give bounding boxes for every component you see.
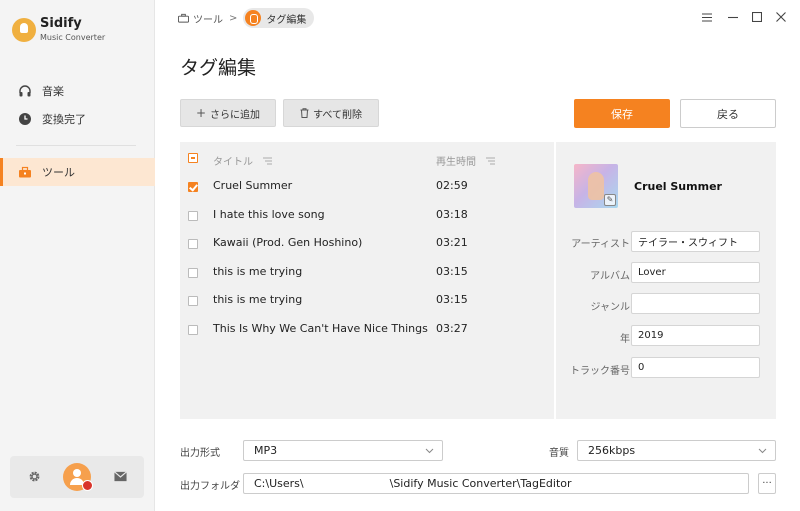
select-all-checkbox[interactable] xyxy=(188,153,198,163)
track-title: this is me trying xyxy=(213,265,303,278)
album-field[interactable]: Lover xyxy=(631,262,760,283)
table-row[interactable]: Cruel Summer 02:59 xyxy=(180,172,554,200)
quality-label: 音質 xyxy=(549,448,569,459)
genre-label: ジャンル xyxy=(590,302,631,313)
output-format-value: MP3 xyxy=(254,444,278,457)
browse-folder-button[interactable]: ··· xyxy=(758,473,776,494)
chevron-down-icon xyxy=(425,445,434,458)
year-field[interactable]: 2019 xyxy=(631,325,760,346)
page-title: タグ編集 xyxy=(180,57,257,79)
minimize-icon[interactable] xyxy=(726,10,740,24)
sidebar-bottom-bar xyxy=(10,456,144,498)
sidebar-item-tools[interactable]: ツール xyxy=(0,158,155,186)
sidebar-item-converted[interactable]: 変換完了 xyxy=(0,105,155,133)
tag-edit-icon xyxy=(245,10,262,26)
table-row[interactable]: Kawaii (Prod. Gen Hoshino) 03:21 xyxy=(180,229,554,257)
breadcrumb-current-label: タグ編集 xyxy=(266,14,307,26)
output-format-label: 出力形式 xyxy=(180,448,220,459)
table-row[interactable]: This Is Why We Can't Have Nice Things 03… xyxy=(180,315,554,343)
sidebar: Sidify Music Converter 音楽 変換完了 ツール xyxy=(0,0,155,511)
album-cover[interactable]: ✎ xyxy=(574,164,618,208)
album-label: アルバム xyxy=(590,271,630,282)
delete-all-label: すべて削除 xyxy=(313,109,362,121)
track-number-field[interactable]: 0 xyxy=(631,357,760,378)
trash-icon xyxy=(300,108,309,118)
track-title: Cruel Summer xyxy=(213,179,293,192)
track-duration: 03:27 xyxy=(436,322,468,335)
delete-all-button[interactable]: すべて削除 xyxy=(283,99,379,127)
track-duration: 03:15 xyxy=(436,265,468,278)
mail-icon[interactable] xyxy=(114,471,127,485)
column-header-duration-label: 再生時間 xyxy=(436,157,476,168)
sidebar-item-label: 音楽 xyxy=(42,85,64,98)
close-icon[interactable] xyxy=(774,10,788,24)
app-logo: Sidify Music Converter xyxy=(12,16,105,43)
row-checkbox[interactable] xyxy=(188,239,198,249)
sidebar-item-label: ツール xyxy=(42,166,75,179)
plus-icon: + xyxy=(195,106,207,120)
app-name: Sidify xyxy=(40,16,82,31)
breadcrumb-separator: > xyxy=(229,12,238,24)
artist-label: アーティスト xyxy=(571,239,630,250)
year-label: 年 xyxy=(620,334,630,345)
track-duration: 02:59 xyxy=(436,179,468,192)
menu-icon[interactable] xyxy=(700,10,714,24)
output-format-select[interactable]: MP3 xyxy=(243,440,443,461)
row-checkbox[interactable] xyxy=(188,211,198,221)
track-title: This Is Why We Can't Have Nice Things xyxy=(213,322,428,335)
add-more-button[interactable]: + さらに追加 xyxy=(180,99,276,127)
sort-icon[interactable] xyxy=(263,157,272,165)
add-more-label: さらに追加 xyxy=(210,109,261,121)
quality-value: 256kbps xyxy=(588,444,636,457)
sidify-logo-icon xyxy=(12,17,36,42)
chevron-down-icon xyxy=(758,445,767,458)
gear-icon[interactable] xyxy=(28,470,41,486)
track-duration: 03:21 xyxy=(436,236,468,249)
track-title: I hate this love song xyxy=(213,208,325,221)
row-checkbox[interactable] xyxy=(188,325,198,335)
breadcrumb-root[interactable]: ツール xyxy=(193,11,223,26)
artist-field[interactable]: テイラー・スウィフト xyxy=(631,231,760,252)
toolbox-icon xyxy=(178,13,189,23)
back-button[interactable]: 戻る xyxy=(680,99,776,128)
genre-field[interactable] xyxy=(631,293,760,314)
row-checkbox[interactable] xyxy=(188,296,198,306)
column-header-duration[interactable]: 再生時間 xyxy=(436,153,495,168)
track-duration: 03:18 xyxy=(436,208,468,221)
folder-path-end: \Sidify Music Converter\TagEditor xyxy=(389,477,572,490)
sidebar-item-label: 変換完了 xyxy=(42,113,86,126)
app-subtitle: Music Converter xyxy=(40,33,106,42)
cover-figure xyxy=(588,172,604,200)
track-duration: 03:15 xyxy=(436,293,468,306)
toolbox-icon xyxy=(18,165,32,179)
clock-icon xyxy=(18,112,32,126)
breadcrumb-current: タグ編集 xyxy=(243,8,315,28)
output-folder-field[interactable]: C:\Users\ \Sidify Music Converter\TagEdi… xyxy=(243,473,749,494)
sort-icon[interactable] xyxy=(486,157,495,165)
tag-details-panel: ✎ Cruel Summer アーティスト テイラー・スウィフト アルバム Lo… xyxy=(556,142,776,419)
maximize-icon[interactable] xyxy=(750,10,764,24)
notification-badge-icon xyxy=(82,480,93,491)
track-title: Kawaii (Prod. Gen Hoshino) xyxy=(213,236,363,249)
track-table: タイトル 再生時間 Cruel Summer 02:59 I hate this… xyxy=(180,142,554,419)
column-header-title-label: タイトル xyxy=(213,157,253,168)
output-folder-label: 出力フォルダ xyxy=(180,481,240,492)
headphones-icon xyxy=(18,84,32,98)
row-checkbox[interactable] xyxy=(188,182,198,192)
quality-select[interactable]: 256kbps xyxy=(577,440,776,461)
edit-cover-icon[interactable]: ✎ xyxy=(604,194,616,206)
table-row[interactable]: this is me trying 03:15 xyxy=(180,258,554,286)
track-number-label: トラック番号 xyxy=(570,366,630,377)
track-title: this is me trying xyxy=(213,293,303,306)
table-row[interactable]: I hate this love song 03:18 xyxy=(180,201,554,229)
save-button[interactable]: 保存 xyxy=(574,99,670,128)
breadcrumb: ツール > タグ編集 xyxy=(178,8,315,28)
folder-path-start: C:\Users\ xyxy=(254,477,304,490)
row-checkbox[interactable] xyxy=(188,268,198,278)
table-row[interactable]: this is me trying 03:15 xyxy=(180,286,554,314)
selected-track-title: Cruel Summer xyxy=(634,180,722,193)
sidebar-item-music[interactable]: 音楽 xyxy=(0,77,155,105)
sidebar-divider xyxy=(16,145,136,146)
column-header-title[interactable]: タイトル xyxy=(213,153,272,168)
